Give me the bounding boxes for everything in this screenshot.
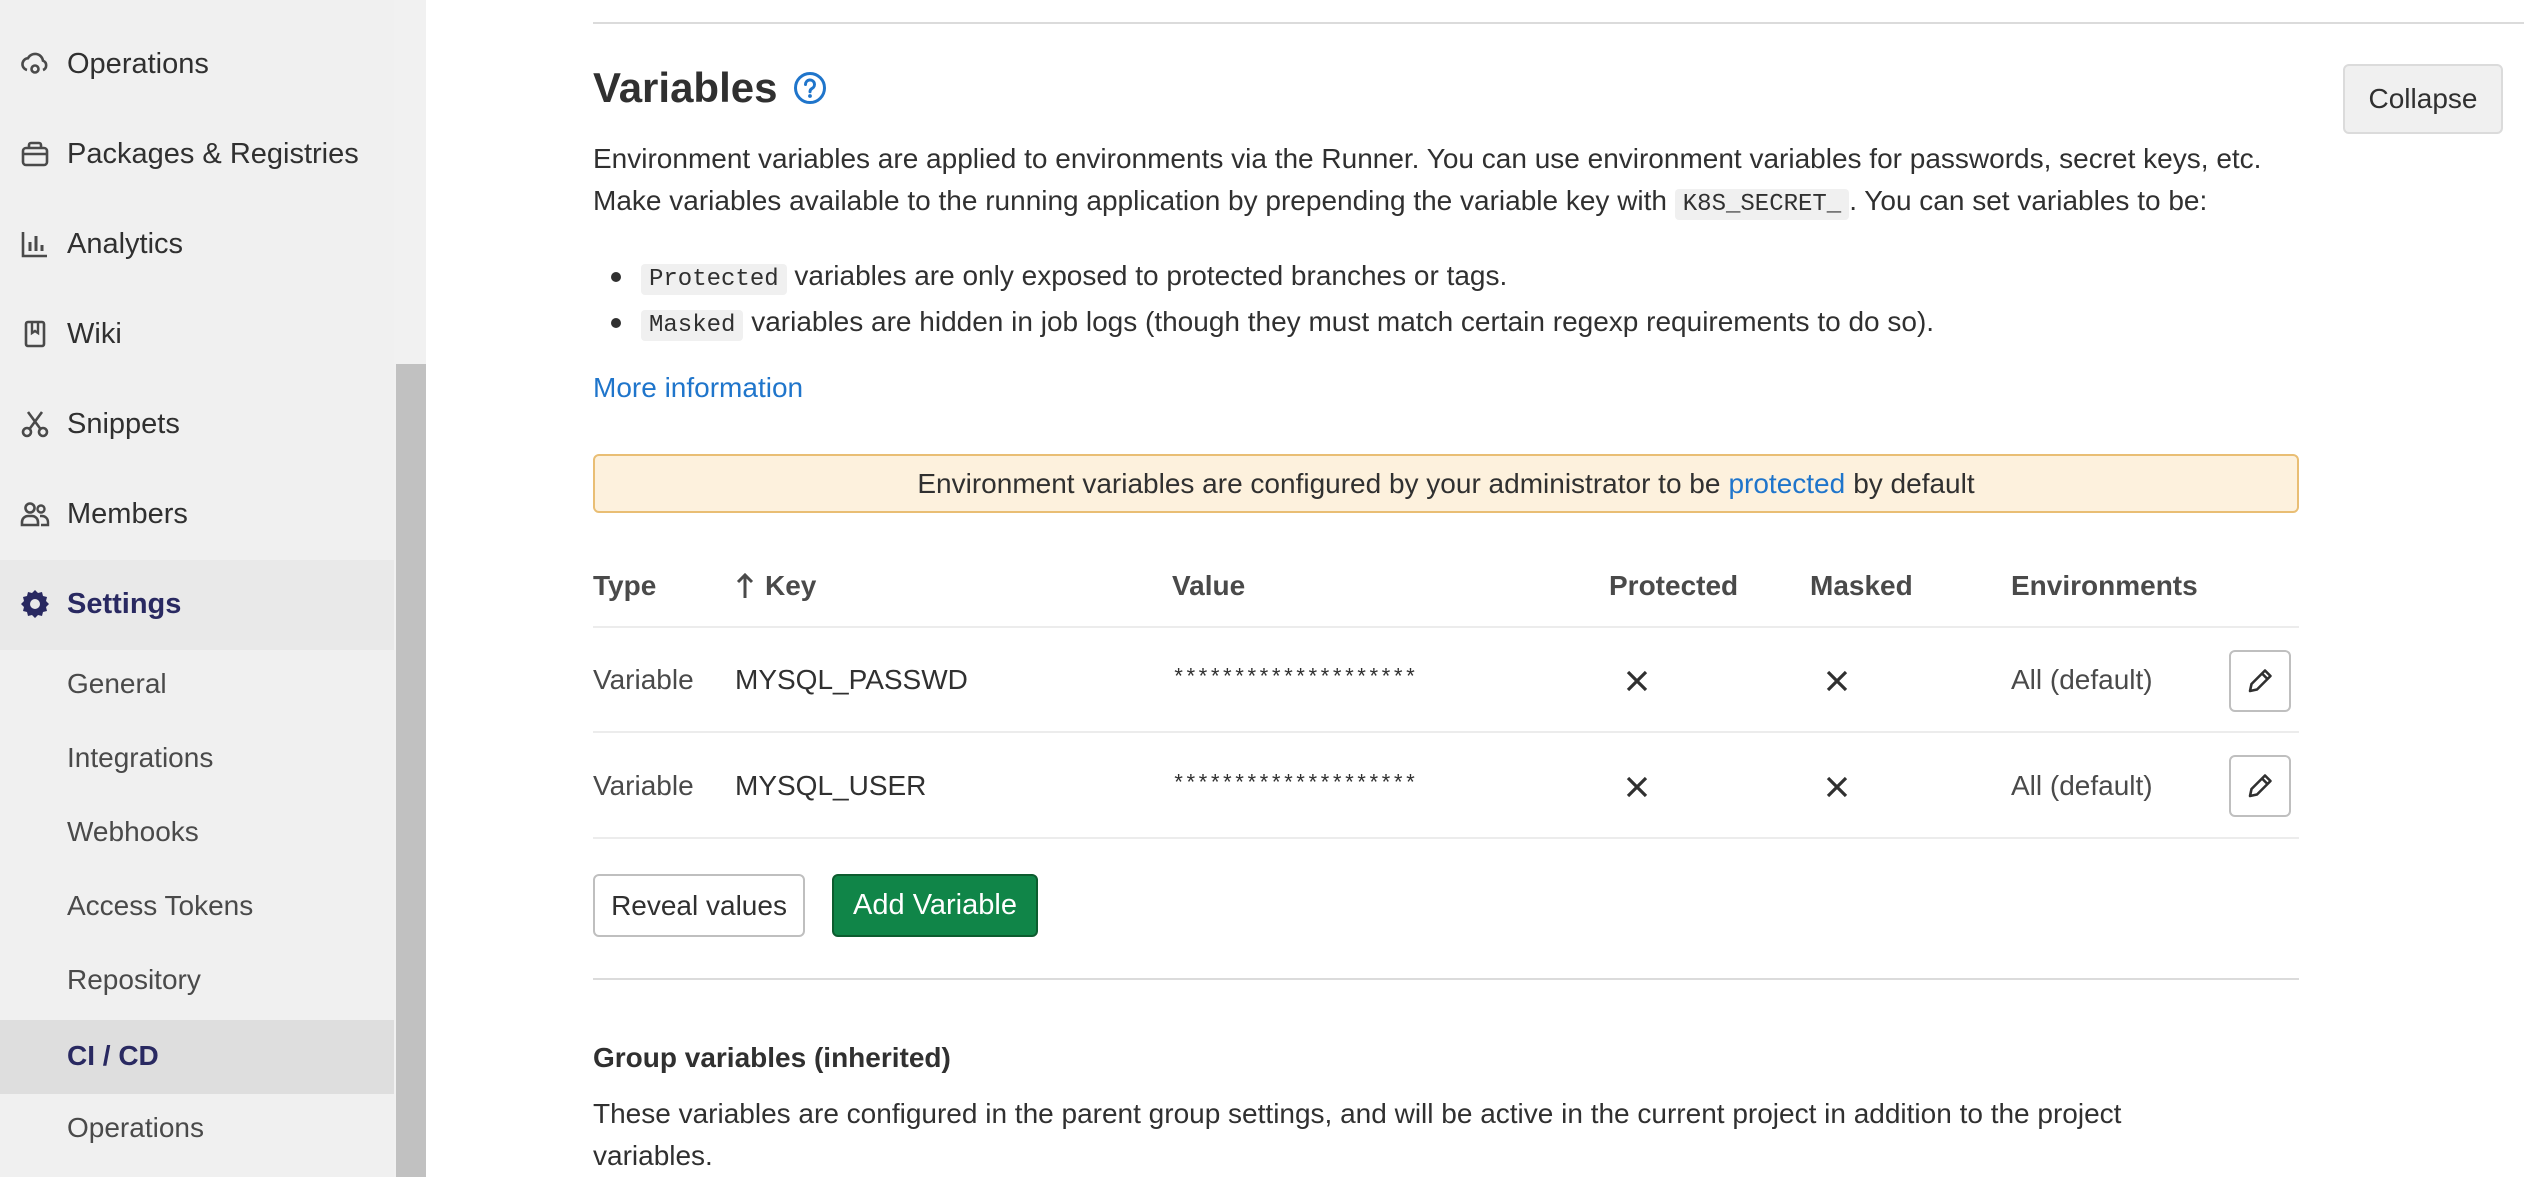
variable-environment: All (default) [2011, 664, 2153, 695]
add-variable-button[interactable]: Add Variable [832, 874, 1038, 937]
package-icon [19, 138, 51, 170]
sidebar-item-label: Operations [67, 47, 209, 80]
description-text: . You can set variables to be: [1849, 185, 2208, 216]
alert-text: by default [1853, 467, 1975, 499]
description-line: Make variables available to the running … [593, 180, 2393, 226]
sidebar-item-label: Analytics [67, 227, 184, 260]
sort-arrow-up-icon [736, 572, 754, 598]
sidebar-sub-label: Repository [67, 964, 201, 995]
k8s-secret-code: K8S_SECRET_ [1674, 189, 1850, 220]
sidebar-sub-label: Integrations [67, 742, 214, 773]
description-line: Environment variables are applied to env… [593, 143, 2262, 174]
sidebar-item-label: Members [67, 497, 188, 530]
sidebar-sub-ci-cd[interactable]: CI / CD [0, 1020, 394, 1094]
divider [593, 22, 2524, 24]
collapse-button[interactable]: Collapse [2343, 64, 2503, 134]
protected-code: Protected [641, 264, 787, 295]
variable-key: MYSQL_USER [735, 770, 927, 801]
column-header-key[interactable]: Key [735, 570, 816, 602]
sidebar-item-wiki[interactable]: Wiki [0, 314, 394, 354]
divider [593, 978, 2299, 980]
chart-icon [19, 228, 51, 260]
sidebar-item-snippets[interactable]: Snippets [0, 404, 394, 444]
main-content: Variables Collapse Environment variables… [426, 0, 2524, 1177]
sidebar-item-label: Packages & Registries [67, 137, 359, 170]
gear-icon [19, 588, 51, 620]
variable-value: ******************** [1172, 666, 1417, 691]
sidebar: Operations Packages & Registries Analyti… [0, 0, 394, 1177]
group-variables-title: Group variables (inherited) [593, 1042, 951, 1073]
sidebar-item-members[interactable]: Members [0, 494, 394, 534]
variable-value: ******************** [1172, 772, 1417, 797]
group-variables-description: These variables are configured in the pa… [593, 1098, 2122, 1171]
column-header-protected: Protected [1609, 570, 1739, 601]
scrollbar-thumb[interactable] [396, 364, 426, 1177]
sidebar-item-settings[interactable]: Settings [0, 584, 394, 624]
sidebar-sub-label: Access Tokens [67, 890, 254, 921]
sidebar-item-operations[interactable]: Operations [0, 44, 394, 84]
sidebar-sub-label: General [67, 668, 167, 699]
help-icon[interactable] [793, 71, 827, 105]
sidebar-sub-label: CI / CD [67, 1040, 159, 1071]
close-icon [1826, 670, 1848, 692]
pencil-icon [2248, 669, 2272, 693]
divider [593, 837, 2299, 839]
list-item-text: variables are hidden in job logs (though… [743, 306, 1935, 337]
edit-variable-button[interactable] [2229, 650, 2291, 712]
cloud-gear-icon [19, 48, 51, 80]
sidebar-item-analytics[interactable]: Analytics [0, 224, 394, 264]
section-title: Variables [593, 64, 827, 112]
sidebar-item-packages[interactable]: Packages & Registries [0, 134, 394, 174]
list-item-text: variables are only exposed to protected … [786, 260, 1508, 291]
sidebar-sub-integrations[interactable]: Integrations [0, 738, 394, 784]
protected-default-alert: Environment variables are configured by … [593, 454, 2299, 513]
scissors-icon [19, 408, 51, 440]
sidebar-item-label: Snippets [67, 407, 180, 440]
description-text: Make variables available to the running … [593, 185, 1667, 216]
variable-options-list: Protected variables are only exposed to … [593, 255, 1934, 347]
section-description: Environment variables are applied to env… [593, 138, 2393, 226]
column-header-key-label: Key [765, 570, 817, 601]
sidebar-sub-label: Webhooks [67, 816, 199, 847]
sidebar-sub-label: Operations [67, 1112, 204, 1143]
divider [593, 731, 2299, 733]
variable-type: Variable [593, 664, 694, 695]
sidebar-item-label: Settings [67, 587, 182, 620]
masked-code: Masked [641, 310, 744, 341]
close-icon [1826, 776, 1848, 798]
pencil-icon [2248, 774, 2272, 798]
variable-key: MYSQL_PASSWD [735, 664, 968, 695]
column-header-value: Value [1172, 570, 1246, 601]
variable-type: Variable [593, 770, 694, 801]
column-header-environments: Environments [2011, 570, 2198, 601]
alert-text: Environment variables are configured by … [917, 467, 1721, 499]
list-item: Masked variables are hidden in job logs … [593, 301, 1934, 347]
close-icon [1626, 670, 1648, 692]
book-icon [19, 318, 51, 350]
divider [593, 626, 2299, 628]
sidebar-sub-operations[interactable]: Operations [0, 1108, 394, 1154]
users-icon [19, 498, 51, 530]
close-icon [1626, 776, 1648, 798]
sidebar-sub-webhooks[interactable]: Webhooks [0, 812, 394, 858]
more-information-link[interactable]: More information [593, 372, 803, 404]
sidebar-item-label: Wiki [67, 317, 122, 350]
sidebar-sub-general[interactable]: General [0, 664, 394, 710]
column-header-masked: Masked [1810, 570, 1913, 601]
sidebar-sub-repository[interactable]: Repository [0, 960, 394, 1006]
list-item: Protected variables are only exposed to … [593, 255, 1934, 301]
sidebar-sub-access-tokens[interactable]: Access Tokens [0, 886, 394, 932]
variable-environment: All (default) [2011, 770, 2153, 801]
edit-variable-button[interactable] [2229, 755, 2291, 817]
reveal-values-button[interactable]: Reveal values [593, 874, 805, 937]
column-header-type: Type [593, 570, 657, 601]
section-title-text: Variables [593, 64, 778, 111]
protected-link[interactable]: protected [1728, 468, 1845, 500]
